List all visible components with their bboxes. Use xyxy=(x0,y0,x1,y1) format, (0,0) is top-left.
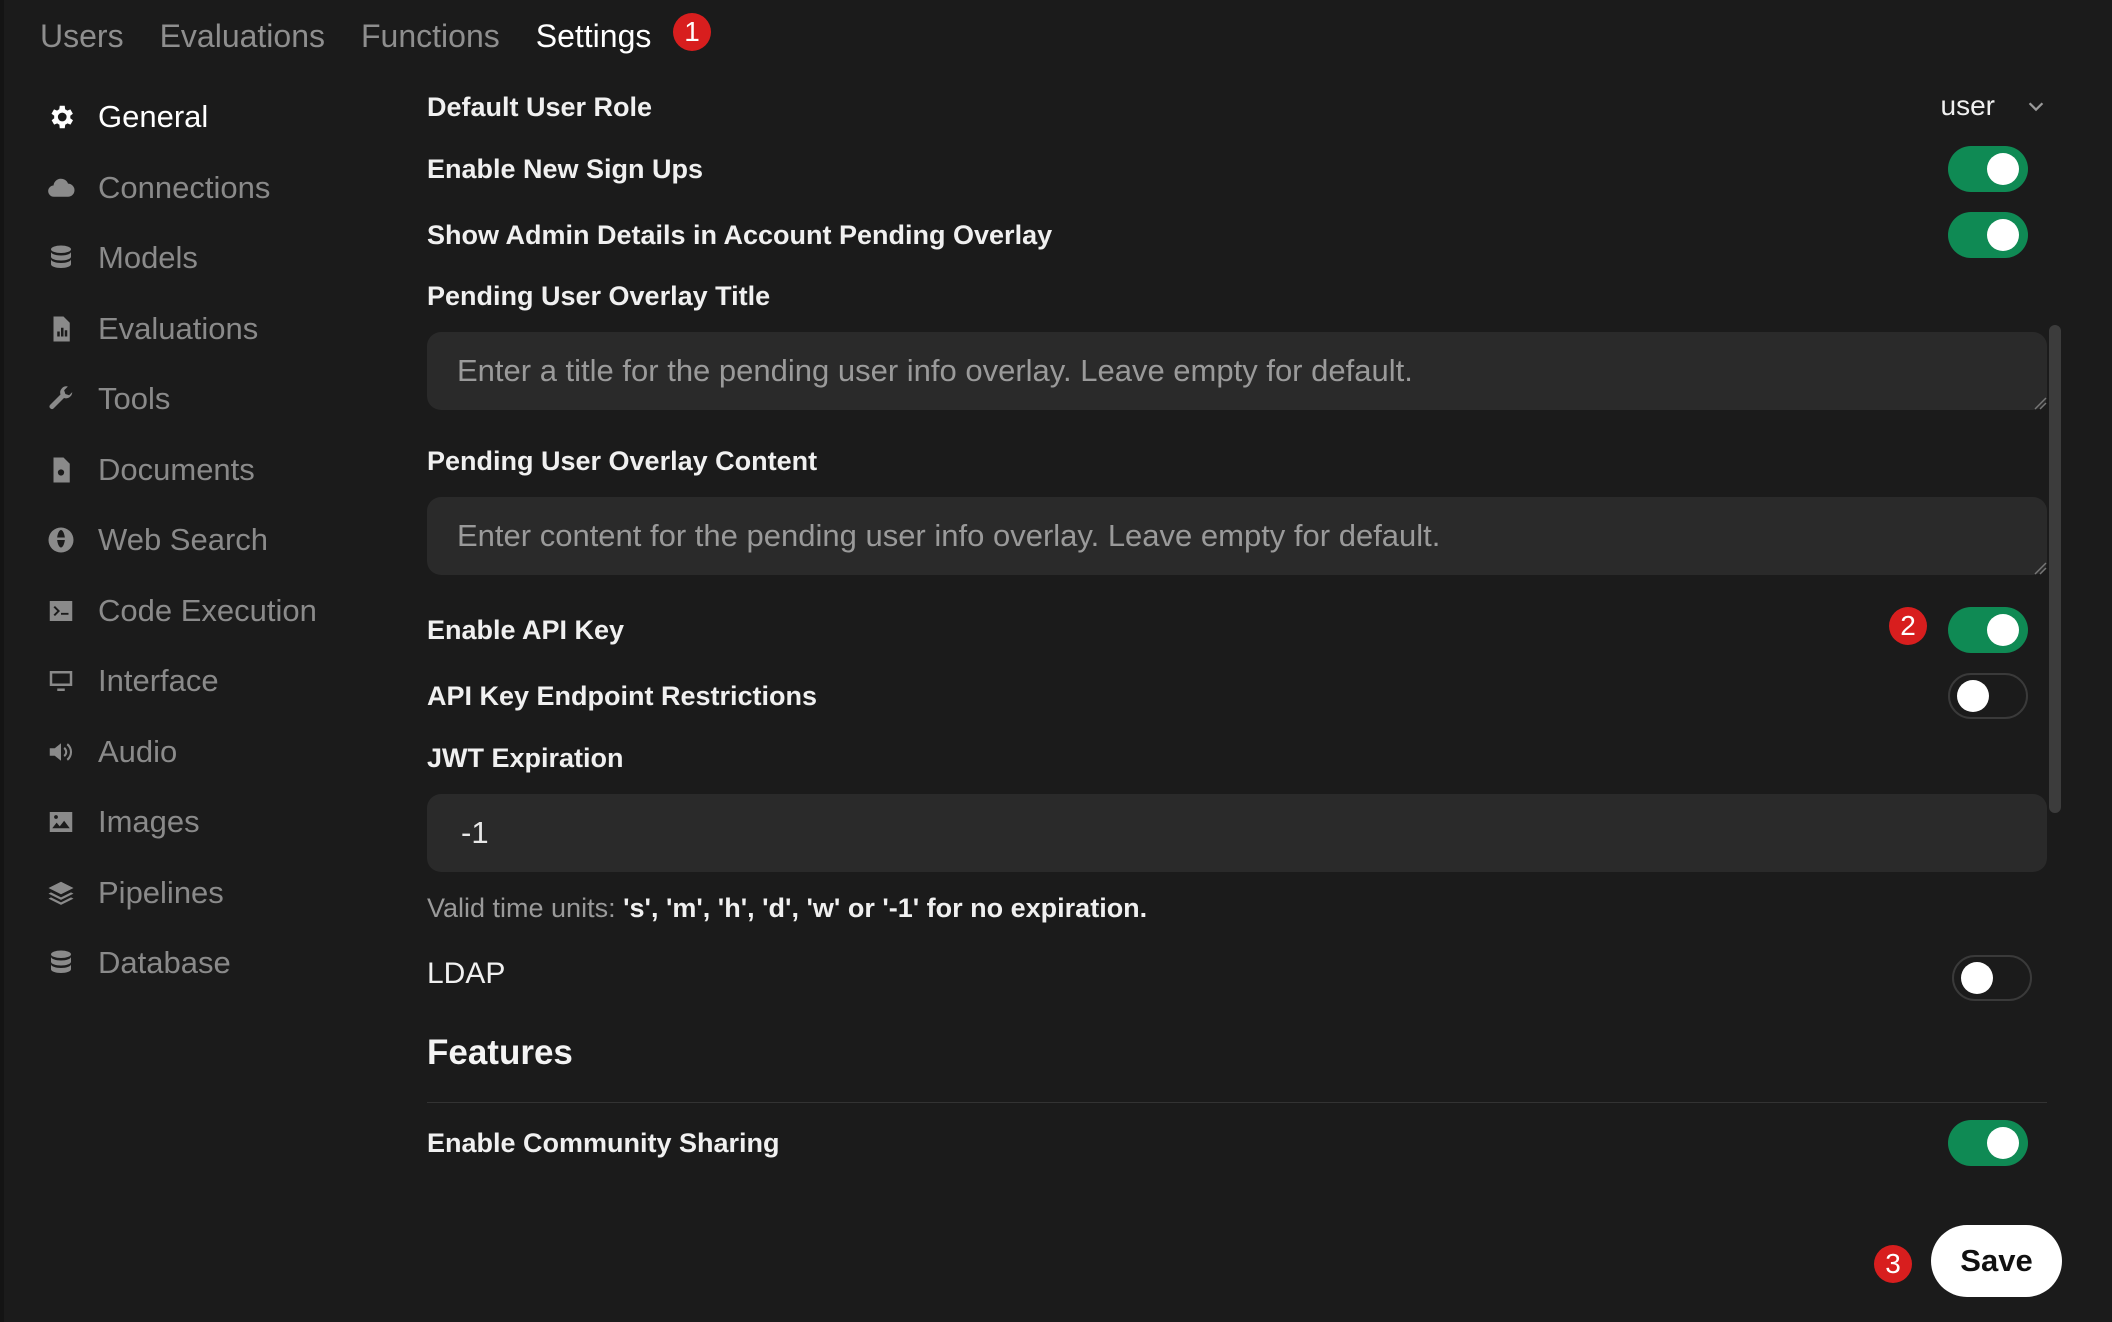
database-icon xyxy=(44,946,78,980)
section-divider xyxy=(427,1102,2047,1103)
globe-icon xyxy=(44,523,78,557)
sidebar-item-documents[interactable]: Documents xyxy=(44,435,384,506)
resize-handle-icon[interactable] xyxy=(2033,396,2047,410)
sidebar-item-database[interactable]: Database xyxy=(44,928,384,999)
speaker-icon xyxy=(44,735,78,769)
toggle-knob xyxy=(1987,614,2019,646)
scrollbar[interactable] xyxy=(2049,325,2061,813)
sidebar-item-label: General xyxy=(98,99,209,135)
default-role-select[interactable]: user xyxy=(1941,90,2047,122)
image-icon xyxy=(44,805,78,839)
toggle-knob xyxy=(1987,219,2019,251)
sidebar-item-label: Images xyxy=(98,804,200,840)
annotation-badge-3: 3 xyxy=(1874,1245,1912,1283)
enable-signups-label: Enable New Sign Ups xyxy=(427,154,704,184)
sidebar-item-label: Code Execution xyxy=(98,592,317,628)
sidebar-item-label: Database xyxy=(98,945,231,981)
cloud-icon xyxy=(44,171,78,205)
jwt-expiration-label: JWT Expiration xyxy=(427,743,624,773)
toggle-knob xyxy=(1957,680,1989,712)
monitor-icon xyxy=(44,664,78,698)
default-role-value: user xyxy=(1940,90,1995,121)
overlay-title-label: Pending User Overlay Title xyxy=(427,281,771,311)
toggle-knob xyxy=(1987,1127,2019,1159)
tab-evaluations[interactable]: Evaluations xyxy=(160,18,325,55)
sidebar-item-label: Interface xyxy=(98,663,219,699)
database-stack-icon xyxy=(44,241,78,275)
jwt-hint-units: 's', 'm', 'h', 'd', 'w' or '-1' for no e… xyxy=(623,893,1148,923)
tab-users[interactable]: Users xyxy=(40,18,124,55)
resize-handle-icon[interactable] xyxy=(2033,561,2047,575)
sidebar-item-label: Tools xyxy=(98,381,171,417)
layers-icon xyxy=(44,876,78,910)
overlay-content-textarea[interactable] xyxy=(427,497,2047,575)
enable-api-key-toggle[interactable] xyxy=(1948,607,2028,653)
features-section-title: Features xyxy=(427,1033,573,1072)
sidebar-item-label: Documents xyxy=(98,451,255,487)
api-key-restrictions-label: API Key Endpoint Restrictions xyxy=(427,681,818,711)
sidebar-item-images[interactable]: Images xyxy=(44,787,384,858)
document-search-icon xyxy=(44,453,78,487)
toggle-knob xyxy=(1961,962,1993,994)
sidebar-item-interface[interactable]: Interface xyxy=(44,646,384,717)
ldap-toggle[interactable] xyxy=(1952,955,2032,1001)
general-settings-panel: Default User Role user Enable New Sign U… xyxy=(427,0,2047,1322)
sidebar-item-web-search[interactable]: Web Search xyxy=(44,505,384,576)
overlay-title-textarea[interactable] xyxy=(427,332,2047,410)
wrench-icon xyxy=(44,382,78,416)
sidebar-item-label: Pipelines xyxy=(98,874,224,910)
jwt-hint: Valid time units: 's', 'm', 'h', 'd', 'w… xyxy=(427,893,1147,924)
annotation-badge-2: 2 xyxy=(1889,607,1927,645)
sidebar-item-label: Audio xyxy=(98,733,178,769)
gear-icon xyxy=(44,100,78,134)
sidebar-item-label: Web Search xyxy=(98,522,269,558)
community-sharing-label: Enable Community Sharing xyxy=(427,1128,780,1158)
sidebar-item-code-execution[interactable]: Code Execution xyxy=(44,576,384,647)
sidebar-item-pipelines[interactable]: Pipelines xyxy=(44,858,384,929)
jwt-expiration-input[interactable] xyxy=(427,794,2047,872)
save-button[interactable]: Save xyxy=(1931,1225,2062,1297)
enable-signups-toggle[interactable] xyxy=(1948,146,2028,192)
document-chart-icon xyxy=(44,312,78,346)
show-admin-details-toggle[interactable] xyxy=(1948,212,2028,258)
sidebar-item-general[interactable]: General xyxy=(44,82,384,153)
ldap-label: LDAP xyxy=(427,957,506,990)
settings-sidebar: General Connections Models Evaluations T… xyxy=(44,82,384,999)
sidebar-item-connections[interactable]: Connections xyxy=(44,153,384,224)
api-key-restrictions-toggle[interactable] xyxy=(1948,673,2028,719)
sidebar-item-tools[interactable]: Tools xyxy=(44,364,384,435)
terminal-icon xyxy=(44,594,78,628)
overlay-content-label: Pending User Overlay Content xyxy=(427,446,818,476)
default-role-label: Default User Role xyxy=(427,92,653,122)
sidebar-item-label: Connections xyxy=(98,169,271,205)
window-edge xyxy=(0,0,4,1322)
toggle-knob xyxy=(1987,153,2019,185)
show-admin-details-label: Show Admin Details in Account Pending Ov… xyxy=(427,220,1053,250)
sidebar-item-audio[interactable]: Audio xyxy=(44,717,384,788)
sidebar-item-label: Evaluations xyxy=(98,310,259,346)
jwt-hint-prefix: Valid time units: xyxy=(427,893,616,923)
enable-api-key-label: Enable API Key xyxy=(427,615,625,645)
sidebar-item-models[interactable]: Models xyxy=(44,223,384,294)
sidebar-item-label: Models xyxy=(98,240,198,276)
sidebar-item-evaluations[interactable]: Evaluations xyxy=(44,294,384,365)
chevron-down-icon xyxy=(2028,102,2044,112)
community-sharing-toggle[interactable] xyxy=(1948,1120,2028,1166)
